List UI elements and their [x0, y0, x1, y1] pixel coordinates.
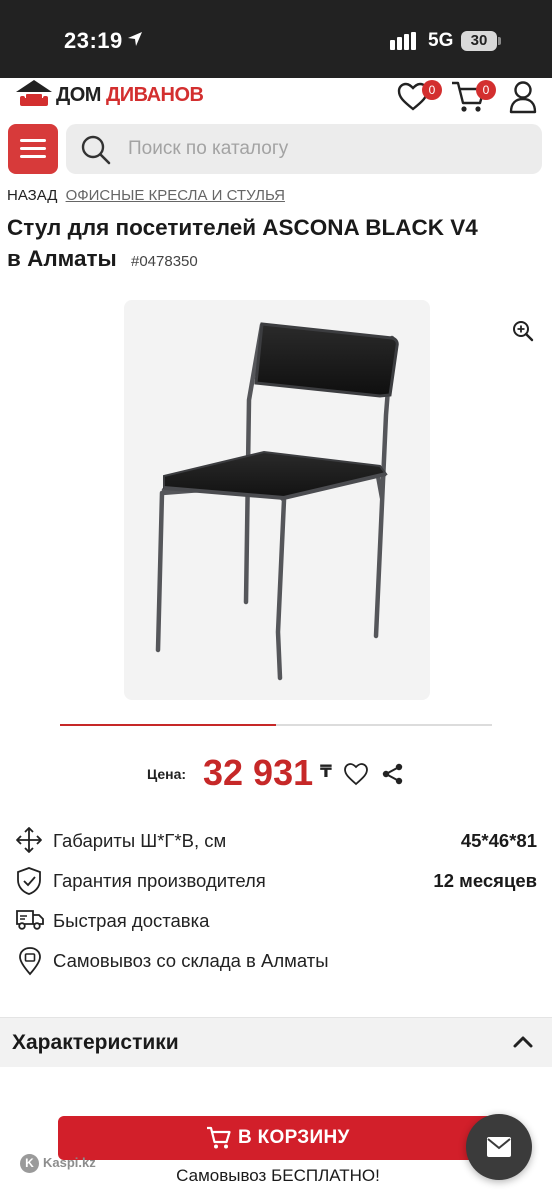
search-input[interactable] [128, 124, 528, 174]
feature-delivery: Быстрая доставка [0, 906, 552, 938]
location-pin-icon [19, 947, 41, 976]
add-to-favorites-heart-icon[interactable] [343, 762, 369, 786]
free-pickup-note: Самовывоз БЕСПЛАТНО! [176, 1166, 380, 1185]
price-label: Цена: [147, 766, 187, 782]
breadcrumb-back-link[interactable]: НАЗАД [7, 187, 57, 204]
feature-warranty: Гарантия производителя 12 месяцев [0, 866, 552, 898]
price-currency: ₸ [320, 762, 332, 781]
product-sku: #0478350 [131, 253, 198, 270]
network-type: 5G [428, 30, 454, 51]
gallery-progress-fill [60, 724, 276, 726]
location-arrow-icon [128, 32, 142, 46]
zoom-icon[interactable] [512, 320, 534, 342]
site-logo[interactable]: ДОМ ДИВАНОВ [56, 84, 204, 107]
breadcrumb: НАЗАД ОФИСНЫЕ КРЕСЛА И СТУЛЬЯ [7, 187, 285, 204]
feature-value: 45*46*81 [460, 830, 537, 851]
price-row: Цена: 32 931 ₸ [0, 752, 552, 798]
chat-message-button[interactable] [466, 1114, 532, 1180]
feature-label: Самовывоз со склада в Алматы [53, 950, 329, 971]
menu-line-icon [20, 139, 46, 142]
battery-indicator: 30 [461, 31, 497, 51]
site-header: ДОМ ДИВАНОВ 0 0 [0, 78, 552, 118]
feature-label: Габариты Ш*Г*В, см [53, 830, 227, 851]
product-image[interactable] [124, 300, 430, 700]
chevron-up-icon[interactable] [512, 1033, 534, 1049]
status-time: 23:19 [64, 28, 123, 53]
move-arrows-icon [16, 827, 42, 853]
feature-label: Гарантия производителя [53, 870, 266, 891]
add-to-cart-label: В КОРЗИНУ [238, 1127, 350, 1148]
logo-part1: ДОМ [56, 84, 101, 106]
product-title-line1: Стул для посетителей ASCONA BLACK V4 [7, 215, 478, 240]
feature-value: 12 месяцев [433, 870, 537, 891]
user-account-icon[interactable] [508, 80, 538, 114]
product-title-line2: в Алматы [7, 246, 117, 271]
breadcrumb-category-link[interactable]: ОФИСНЫЕ КРЕСЛА И СТУЛЬЯ [66, 187, 285, 204]
search-bar[interactable] [66, 124, 542, 174]
search-icon[interactable] [80, 134, 112, 166]
characteristics-title: Характеристики [12, 1031, 179, 1054]
feature-pickup: Самовывоз со склада в Алматы [0, 946, 552, 978]
menu-line-icon [20, 155, 46, 158]
favorites-badge: 0 [422, 80, 442, 100]
delivery-truck-icon [16, 910, 44, 930]
price-value: 32 931 [203, 752, 314, 793]
product-title: Стул для посетителей ASCONA BLACK V4 в А… [7, 212, 547, 277]
signal-bars-icon [390, 32, 416, 50]
cart-badge: 0 [476, 80, 496, 100]
share-icon[interactable] [381, 762, 405, 786]
feature-label: Быстрая доставка [53, 910, 210, 931]
menu-line-icon [20, 147, 46, 150]
sofa-house-logo-icon[interactable] [14, 78, 54, 112]
battery-tip [498, 37, 501, 45]
add-to-cart-button[interactable]: В КОРЗИНУ [58, 1116, 498, 1160]
characteristics-accordion-header[interactable]: Характеристики [0, 1017, 552, 1067]
shield-check-icon [17, 867, 41, 895]
feature-dimensions: Габариты Ш*Г*В, см 45*46*81 [0, 826, 552, 858]
hamburger-menu-button[interactable] [8, 124, 58, 174]
logo-part2: ДИВАНОВ [106, 84, 204, 106]
status-bar: 23:19 5G 30 [0, 0, 552, 78]
gallery-progress-track[interactable] [60, 724, 492, 726]
chair-illustration [155, 322, 399, 681]
cart-icon [207, 1126, 231, 1149]
envelope-icon [487, 1137, 511, 1157]
